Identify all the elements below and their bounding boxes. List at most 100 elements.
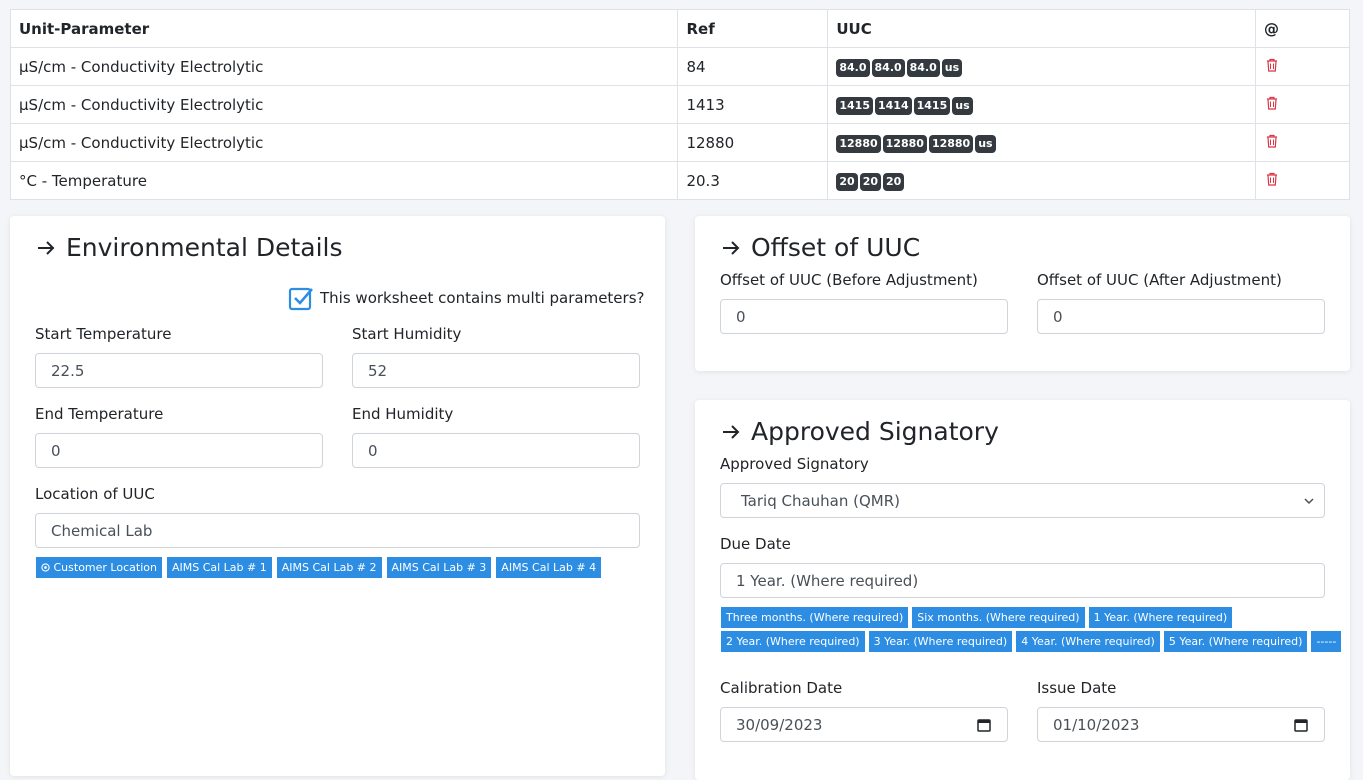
chip-lab-4[interactable]: AIMS Cal Lab # 4 <box>496 557 602 578</box>
cell-uuc-readings: 84.0 84.0 84.0 us <box>827 47 1257 86</box>
reading-badge: us <box>975 134 996 153</box>
trash-icon[interactable] <box>1265 58 1279 72</box>
target-icon <box>41 563 50 572</box>
chip-2-year[interactable]: 2 Year. (Where required) <box>721 631 865 652</box>
table-row: µS/cm - Conductivity Electrolytic 1413 141… <box>9 85 1350 124</box>
chip-none[interactable]: ----- <box>1311 631 1342 652</box>
chip-three-months[interactable]: Three months. (Where required) <box>721 607 909 628</box>
chip-5-year[interactable]: 5 Year. (Where required) <box>1163 631 1308 652</box>
due-date-input[interactable]: 1 Year. (Where required) <box>720 563 1325 598</box>
reading-badge: 12880 <box>836 134 881 153</box>
chip-lab-3[interactable]: AIMS Cal Lab # 3 <box>386 557 492 578</box>
cell-actions <box>1255 47 1350 86</box>
offset-before-input[interactable]: 0 <box>720 299 1008 334</box>
calibration-date-value: 30/09/2023 <box>736 715 823 734</box>
reading-badge: us <box>952 96 973 115</box>
cell-uuc-readings: 12880 12880 12880 us <box>827 123 1257 162</box>
chip-3-year[interactable]: 3 Year. (Where required) <box>868 631 1013 652</box>
offset-title-text: Offset of UUC <box>751 233 921 262</box>
chevron-down-icon <box>1304 498 1314 505</box>
signatory-title: Approved Signatory <box>721 417 999 446</box>
signatory-label: Approved Signatory <box>720 455 869 473</box>
cell-unit-parameter: µS/cm - Conductivity Electrolytic <box>9 47 679 86</box>
trash-icon[interactable] <box>1265 172 1279 186</box>
reading-badge: 84.0 <box>906 58 940 77</box>
cell-actions <box>1255 85 1350 124</box>
arrow-right-icon <box>723 424 740 439</box>
offset-after-input[interactable]: 0 <box>1037 299 1325 334</box>
reading-badge: 1415 <box>913 96 951 115</box>
chip-six-months[interactable]: Six months. (Where required) <box>912 607 1085 628</box>
reading-badge: 12880 <box>928 134 974 153</box>
start-temperature-input[interactable]: 22.5 <box>35 353 323 388</box>
signatory-select[interactable]: Tariq Chauhan (QMR) <box>720 483 1325 518</box>
reading-badge: 84.0 <box>871 58 905 77</box>
cell-uuc-readings: 1415 1414 1415 us <box>827 85 1257 124</box>
header-actions: @ <box>1255 9 1350 48</box>
due-chips-row-2: 2 Year. (Where required) 3 Year. (Where … <box>721 631 1342 652</box>
location-chips: Customer Location AIMS Cal Lab # 1 AIMS … <box>36 557 602 578</box>
header-ref: Ref <box>677 9 829 48</box>
trash-icon[interactable] <box>1265 96 1279 110</box>
offset-card: Offset of UUC Offset of UUC (Before Adju… <box>695 216 1350 371</box>
issue-date-input[interactable]: 01/10/2023 <box>1037 707 1325 742</box>
table-row: µS/cm - Conductivity Electrolytic 12880 12… <box>9 123 1350 162</box>
cell-unit-parameter: °C - Temperature <box>9 161 679 200</box>
offset-after-label: Offset of UUC (After Adjustment) <box>1037 271 1282 289</box>
multi-param-label: This worksheet contains multi parameters… <box>320 289 645 307</box>
reading-badge: 20 <box>836 172 858 191</box>
end-temperature-input[interactable]: 0 <box>35 433 323 468</box>
parameter-table: Unit-Parameter Ref UUC @ µS/cm - Conduct… <box>9 9 1350 200</box>
offset-title: Offset of UUC <box>721 233 920 262</box>
calendar-icon[interactable] <box>977 718 991 732</box>
cell-ref: 12880 <box>677 123 829 162</box>
table-body: µS/cm - Conductivity Electrolytic 84 84.0 8… <box>9 47 1350 200</box>
checkbox-checked-icon[interactable] <box>288 285 314 311</box>
signatory-select-value: Tariq Chauhan (QMR) <box>741 491 901 510</box>
arrow-right-icon <box>723 240 740 255</box>
cell-ref: 20.3 <box>677 161 829 200</box>
cell-unit-parameter: µS/cm - Conductivity Electrolytic <box>9 85 679 124</box>
chip-lab-1[interactable]: AIMS Cal Lab # 1 <box>166 557 272 578</box>
calibration-date-input[interactable]: 30/09/2023 <box>720 707 1008 742</box>
environmental-title-text: Environmental Details <box>66 233 343 262</box>
reading-badge: 1415 <box>836 96 873 115</box>
environmental-title: Environmental Details <box>36 233 343 262</box>
cell-actions <box>1255 123 1350 162</box>
cell-ref: 84 <box>677 47 829 86</box>
chip-customer-location-label: Customer Location <box>53 561 157 574</box>
end-temperature-label: End Temperature <box>35 405 164 423</box>
reading-badge: 84.0 <box>836 58 870 77</box>
start-humidity-label: Start Humidity <box>352 325 462 343</box>
cell-uuc-readings: 20 20 20 <box>827 161 1257 200</box>
signatory-title-text: Approved Signatory <box>751 417 999 446</box>
cell-unit-parameter: µS/cm - Conductivity Electrolytic <box>9 123 679 162</box>
reading-badge: 12880 <box>882 134 927 153</box>
end-humidity-label: End Humidity <box>352 405 454 423</box>
end-humidity-input[interactable]: 0 <box>352 433 640 468</box>
location-input[interactable]: Chemical Lab <box>35 513 640 548</box>
issue-date-label: Issue Date <box>1037 679 1117 697</box>
chip-lab-2[interactable]: AIMS Cal Lab # 2 <box>276 557 382 578</box>
header-uuc: UUC <box>827 9 1257 48</box>
cell-ref: 1413 <box>677 85 829 124</box>
start-humidity-input[interactable]: 52 <box>352 353 640 388</box>
arrow-right-icon <box>38 240 55 255</box>
reading-badge: us <box>941 58 963 77</box>
chip-customer-location[interactable]: Customer Location <box>36 557 162 578</box>
cell-actions <box>1255 161 1350 200</box>
reading-badge: 1414 <box>875 96 912 115</box>
trash-icon[interactable] <box>1265 134 1279 148</box>
reading-badge: 20 <box>859 172 881 191</box>
multi-param-checkbox-group[interactable]: This worksheet contains multi parameters… <box>288 285 644 311</box>
approved-signatory-card: Approved Signatory Approved Signatory Ta… <box>695 400 1350 780</box>
table-header-row: Unit-Parameter Ref UUC @ <box>9 9 1350 48</box>
table-row: µS/cm - Conductivity Electrolytic 84 84.0 8… <box>9 47 1350 86</box>
chip-4-year[interactable]: 4 Year. (Where required) <box>1016 631 1160 652</box>
environmental-details-card: Environmental Details This worksheet con… <box>10 216 665 776</box>
reading-badge: 20 <box>883 172 905 191</box>
calendar-icon[interactable] <box>1294 718 1308 732</box>
chip-1-year[interactable]: 1 Year. (Where required) <box>1088 607 1233 628</box>
due-chips-row-1: Three months. (Where required) Six month… <box>721 607 1233 628</box>
start-temperature-label: Start Temperature <box>35 325 172 343</box>
